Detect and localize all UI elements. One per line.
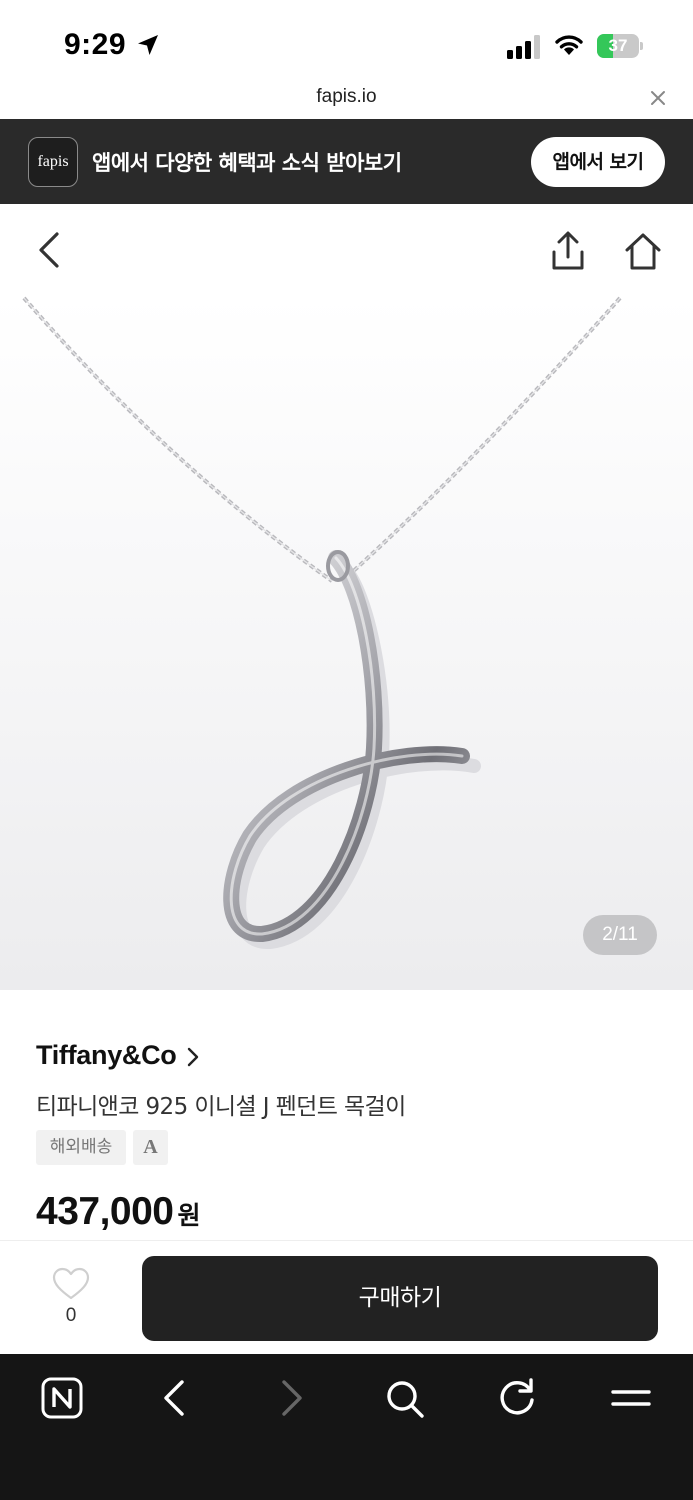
banner-message: 앱에서 다양한 혜택과 소식 받아보기 <box>92 151 402 175</box>
close-icon[interactable] <box>648 88 668 108</box>
chevron-right-icon[interactable] <box>186 1046 200 1068</box>
home-icon[interactable] <box>623 230 663 272</box>
condition-grade-tag: A <box>133 1130 168 1165</box>
price: 437,000 원 <box>36 1190 201 1234</box>
fapis-logo: fapis <box>28 137 78 187</box>
price-amount: 437,000 <box>36 1190 174 1233</box>
brand-name[interactable]: Tiffany&Co <box>36 1040 177 1070</box>
overseas-shipping-tag: 해외배송 <box>36 1130 126 1165</box>
wifi-icon <box>555 35 583 55</box>
battery-charging-icon: 37 <box>597 34 643 58</box>
menu-icon[interactable] <box>609 1376 653 1420</box>
search-icon[interactable] <box>382 1376 426 1420</box>
back-icon[interactable] <box>33 230 65 270</box>
battery-level: 37 <box>608 36 628 55</box>
product-title: 티파니앤코 925 이니셜 J 펜던트 목걸이 <box>36 1094 406 1120</box>
naver-n-icon[interactable] <box>40 1376 84 1420</box>
status-time: 9:29 <box>64 28 127 61</box>
url-bar[interactable]: fapis.io <box>0 86 693 119</box>
heart-icon[interactable] <box>52 1267 90 1301</box>
buy-bar: 0 구매하기 <box>0 1240 693 1354</box>
price-unit: 원 <box>177 1201 201 1230</box>
cellular-signal-icon <box>507 35 543 59</box>
top-nav <box>0 204 693 296</box>
app-install-banner: fapis 앱에서 다양한 혜택과 소식 받아보기 앱에서 보기 <box>0 119 693 204</box>
buy-button[interactable]: 구매하기 <box>142 1256 658 1341</box>
necklace-illustration <box>22 296 622 949</box>
product-image[interactable]: 2/11 <box>0 296 693 990</box>
like-button[interactable]: 0 <box>40 1263 102 1333</box>
share-icon[interactable] <box>548 230 588 272</box>
status-bar: 9:29 37 <box>0 0 693 86</box>
location-arrow-icon <box>138 35 158 55</box>
back-arrow-icon[interactable] <box>154 1376 198 1420</box>
image-counter: 2/11 <box>583 915 657 955</box>
open-in-app-button[interactable]: 앱에서 보기 <box>531 137 665 187</box>
brand-link[interactable]: Tiffany&Co <box>36 1040 199 1074</box>
like-count: 0 <box>65 1305 77 1326</box>
forward-arrow-icon[interactable] <box>268 1376 312 1420</box>
url-domain[interactable]: fapis.io <box>0 86 693 108</box>
browser-toolbar <box>0 1354 693 1500</box>
reload-icon[interactable] <box>495 1376 539 1420</box>
